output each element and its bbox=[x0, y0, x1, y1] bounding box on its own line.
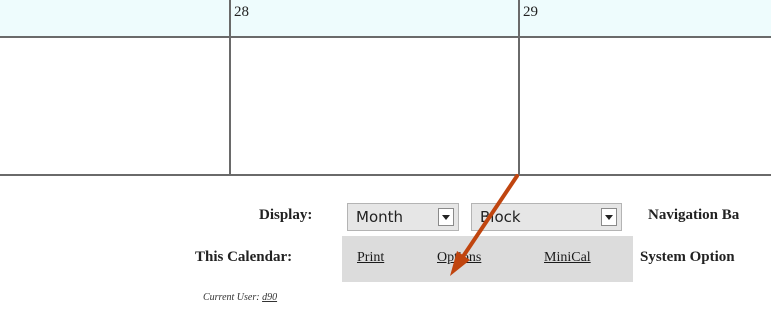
current-user-text: Current User: d90 bbox=[203, 292, 277, 303]
this-calendar-label: This Calendar: bbox=[195, 249, 293, 265]
day-number-28: 28 bbox=[234, 4, 249, 20]
dropdown-arrow-icon bbox=[438, 208, 454, 226]
calendar-cell-29[interactable] bbox=[520, 38, 771, 174]
day-number-29: 29 bbox=[523, 4, 538, 20]
calendar-cell-27[interactable] bbox=[0, 38, 229, 174]
system-options-label: System Option bbox=[640, 249, 735, 265]
calendar-cell-28[interactable] bbox=[231, 38, 518, 174]
minical-link[interactable]: MiniCal bbox=[544, 250, 591, 266]
display-style-select[interactable]: Block bbox=[471, 203, 622, 231]
display-view-value: Month bbox=[356, 208, 404, 226]
display-view-select[interactable]: Month bbox=[347, 203, 459, 231]
current-user-label: Current User: bbox=[203, 292, 260, 303]
dropdown-arrow-icon bbox=[601, 208, 617, 226]
options-link[interactable]: Options bbox=[437, 250, 481, 266]
current-user-link[interactable]: d90 bbox=[262, 292, 277, 303]
display-style-value: Block bbox=[480, 208, 521, 226]
navigation-bar-label: Navigation Ba bbox=[648, 207, 740, 223]
print-link[interactable]: Print bbox=[357, 250, 384, 266]
calendar-day-header-row bbox=[0, 0, 771, 38]
display-label: Display: bbox=[259, 207, 313, 223]
calendar-links-bar: Print Options MiniCal bbox=[342, 236, 633, 282]
calendar-grid-line-bottom bbox=[0, 174, 771, 176]
